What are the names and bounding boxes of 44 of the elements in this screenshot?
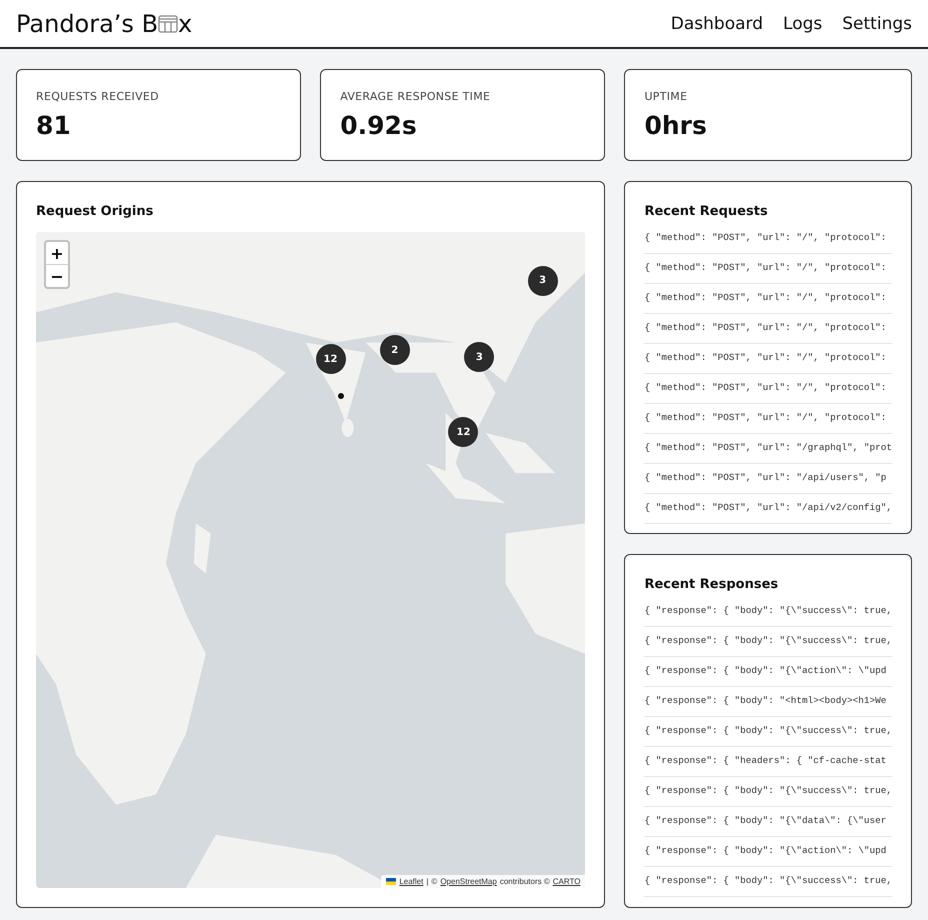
nav-link[interactable]: Logs bbox=[783, 14, 822, 34]
response-row[interactable]: { "response": { "body": "<html><body><h1>We bbox=[644, 695, 892, 717]
attribution-text: contributors © bbox=[500, 877, 550, 886]
response-row[interactable]: { "response": { "body": "{\"success\": true, bbox=[644, 875, 892, 897]
card-title: Recent Requests bbox=[644, 204, 769, 219]
chest-icon bbox=[158, 14, 178, 32]
nav-link[interactable]: Settings bbox=[842, 14, 912, 34]
copyright-sign: © bbox=[431, 877, 438, 886]
app-title: x bbox=[178, 10, 192, 38]
request-row[interactable]: { "method": "POST", "url": "/api/v2/config", bbox=[644, 502, 892, 524]
response-row[interactable]: { "response": { "body": "{\"success\": true, bbox=[644, 725, 892, 747]
card-title: Request Origins bbox=[36, 204, 154, 219]
response-row[interactable]: { "response": { "body": "{\"success\": true, bbox=[644, 785, 892, 807]
response-row[interactable]: { "response": { "body": "{\"success\": true, bbox=[644, 635, 892, 657]
app-title: Pandora’s B bbox=[16, 10, 158, 38]
response-row[interactable]: { "response": { "body": "{\"action\": \"upd bbox=[644, 665, 892, 687]
stat-label: AVERAGE RESPONSE TIME bbox=[340, 90, 492, 103]
stat-value: 0hrs bbox=[644, 111, 708, 140]
request-row[interactable]: { "method": "POST", "url": "/api/users", "p bbox=[644, 472, 892, 494]
request-row[interactable]: { "method": "POST", "url": "/", "protocol": bbox=[644, 262, 892, 284]
response-row[interactable]: { "response": { "body": "{\"action\": \"upd bbox=[644, 845, 892, 867]
stat-value: 0.92s bbox=[340, 111, 418, 140]
request-row[interactable]: { "method": "POST", "url": "/", "protocol": bbox=[644, 322, 892, 344]
carto-link[interactable]: CARTO bbox=[552, 877, 580, 886]
stat-label: REQUESTS RECEIVED bbox=[36, 90, 160, 103]
separator: | bbox=[426, 877, 428, 886]
leaflet-link[interactable]: Leaflet bbox=[399, 877, 424, 886]
request-row[interactable]: { "method": "POST", "url": "/", "protocol": bbox=[644, 232, 892, 254]
request-row[interactable]: { "method": "POST", "url": "/", "protocol": bbox=[644, 352, 892, 374]
response-row[interactable]: { "response": { "headers": { "cf-cache-stat bbox=[644, 755, 892, 777]
osm-link[interactable]: OpenStreetMap bbox=[440, 877, 497, 886]
request-row[interactable]: { "method": "POST", "url": "/graphql", "prot bbox=[644, 442, 892, 464]
zoom-out-button[interactable]: − bbox=[46, 264, 68, 287]
response-row[interactable]: { "response": { "body": "{\"data\": {\"user bbox=[644, 815, 892, 837]
stat-label: UPTIME bbox=[644, 90, 688, 103]
request-row[interactable]: { "method": "POST", "url": "/", "protocol": bbox=[644, 382, 892, 404]
request-row[interactable]: { "method": "POST", "url": "/", "protocol": bbox=[644, 292, 892, 314]
card-title: Recent Responses bbox=[644, 577, 780, 592]
zoom-in-button[interactable]: + bbox=[46, 242, 68, 264]
flag-icon bbox=[386, 878, 396, 885]
stat-value: 81 bbox=[36, 111, 72, 140]
nav-link[interactable]: Dashboard bbox=[670, 14, 764, 34]
request-row[interactable]: { "method": "POST", "url": "/", "protocol": bbox=[644, 412, 892, 434]
response-row[interactable]: { "response": { "body": "{\"success\": true, bbox=[644, 605, 892, 627]
